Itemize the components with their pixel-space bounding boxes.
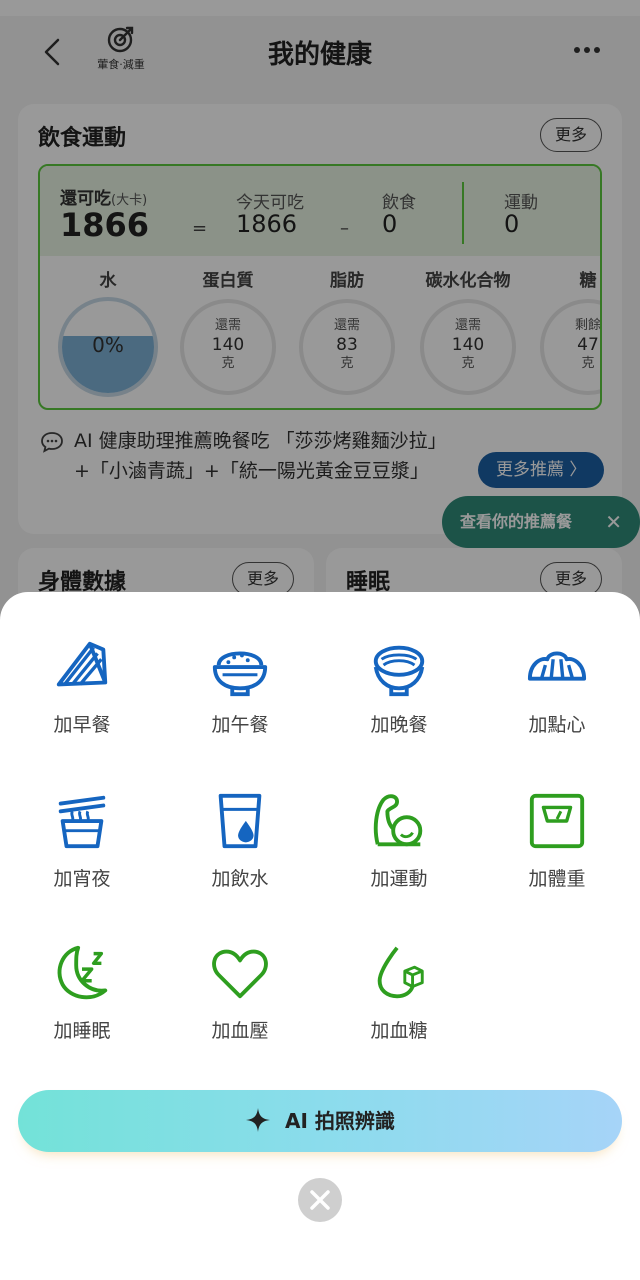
- add-water-button[interactable]: 加飲水: [165, 790, 315, 910]
- add-sleep-button[interactable]: 加睡眠: [7, 942, 157, 1062]
- rice-bowl-icon: [212, 651, 268, 697]
- close-icon: [310, 1190, 330, 1210]
- ai-button-label: AI 拍照辨識: [285, 1109, 395, 1133]
- add-lunch-button[interactable]: 加午餐: [165, 636, 315, 756]
- water-glass-icon: [218, 793, 262, 849]
- sparkle-icon: [246, 1108, 271, 1132]
- croissant-icon: [527, 651, 587, 681]
- sandwich-icon: [56, 641, 108, 687]
- add-blood-sugar-button[interactable]: 加血糖: [324, 942, 474, 1062]
- add-weight-button[interactable]: 加體重: [482, 790, 632, 910]
- close-sheet-button[interactable]: [298, 1178, 342, 1222]
- add-blood-pressure-button[interactable]: 加血壓: [165, 942, 315, 1062]
- scale-icon: [529, 793, 585, 849]
- muscle-icon: [373, 794, 423, 847]
- add-breakfast-button[interactable]: 加早餐: [7, 636, 157, 756]
- heart-icon: [212, 949, 268, 999]
- add-snack-button[interactable]: 加點心: [482, 636, 632, 756]
- noodle-cup-icon: [58, 795, 106, 849]
- noodle-bowl-icon: [373, 645, 425, 697]
- ai-photo-recognition-button[interactable]: AI 拍照辨識: [18, 1090, 622, 1152]
- add-exercise-button[interactable]: 加運動: [324, 790, 474, 910]
- drop-cube-icon: [377, 946, 424, 999]
- moon-sleep-icon: [57, 945, 108, 1000]
- add-late-snack-button[interactable]: 加宵夜: [7, 790, 157, 910]
- add-dinner-button[interactable]: 加晚餐: [324, 636, 474, 756]
- add-record-sheet: 加早餐 加午餐 加晚餐 加點心 加宵夜 加飲水 加運動 加體重 加睡眠 加血壓 …: [0, 592, 640, 1280]
